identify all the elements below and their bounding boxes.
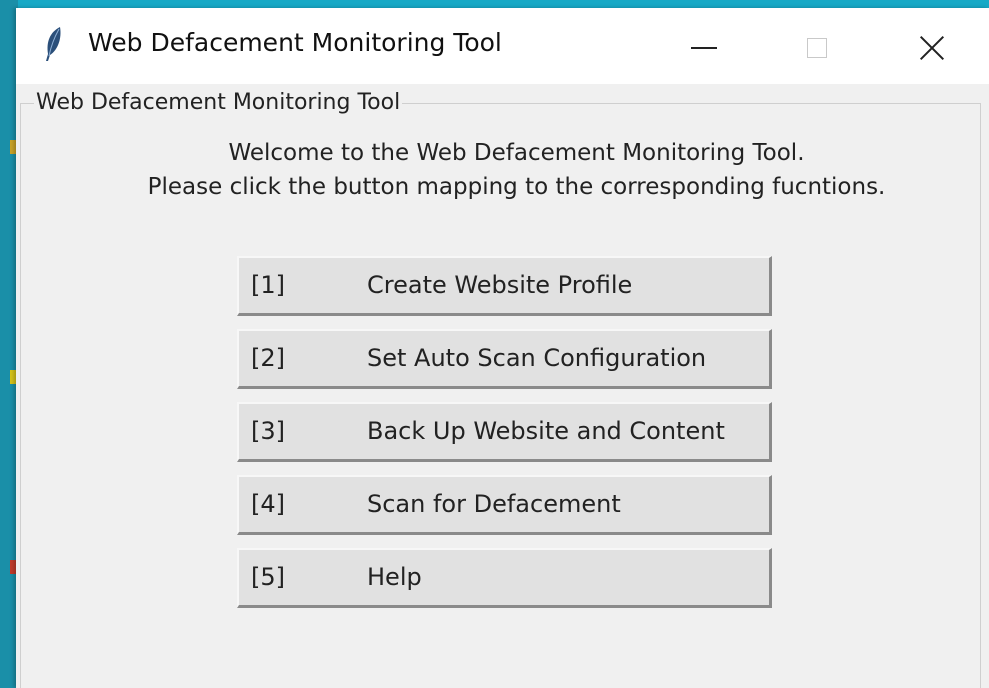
- close-button[interactable]: [877, 8, 987, 84]
- button-label: Set Auto Scan Configuration: [367, 344, 707, 372]
- button-number: [4]: [251, 490, 285, 518]
- welcome-text: Welcome to the Web Defacement Monitoring…: [228, 140, 805, 166]
- feather-icon: [46, 27, 61, 61]
- button-number: [2]: [251, 344, 285, 372]
- button-label: Help: [367, 563, 422, 591]
- minimize-button[interactable]: [649, 8, 759, 84]
- scan-for-defacement-button[interactable]: [4] Scan for Defacement: [237, 475, 772, 535]
- close-icon: [919, 35, 945, 61]
- title-bar[interactable]: Web Defacement Monitoring Tool: [16, 8, 989, 84]
- button-label: Back Up Website and Content: [367, 417, 725, 445]
- group-label: Web Defacement Monitoring Tool: [34, 90, 403, 115]
- set-auto-scan-configuration-button[interactable]: [2] Set Auto Scan Configuration: [237, 329, 772, 389]
- window-title: Web Defacement Monitoring Tool: [88, 28, 502, 57]
- maximize-icon: [807, 38, 827, 58]
- back-up-website-button[interactable]: [3] Back Up Website and Content: [237, 402, 772, 462]
- minimize-icon: [691, 47, 717, 49]
- button-label: Create Website Profile: [367, 271, 633, 299]
- app-window: Web Defacement Monitoring Tool Web Defac…: [16, 8, 989, 688]
- help-button[interactable]: [5] Help: [237, 548, 772, 608]
- button-number: [3]: [251, 417, 285, 445]
- maximize-button[interactable]: [762, 8, 872, 84]
- instruction-text: Please click the button mapping to the c…: [147, 174, 886, 200]
- button-number: [5]: [251, 563, 285, 591]
- button-number: [1]: [251, 271, 285, 299]
- create-website-profile-button[interactable]: [1] Create Website Profile: [237, 256, 772, 316]
- button-label: Scan for Defacement: [367, 490, 621, 518]
